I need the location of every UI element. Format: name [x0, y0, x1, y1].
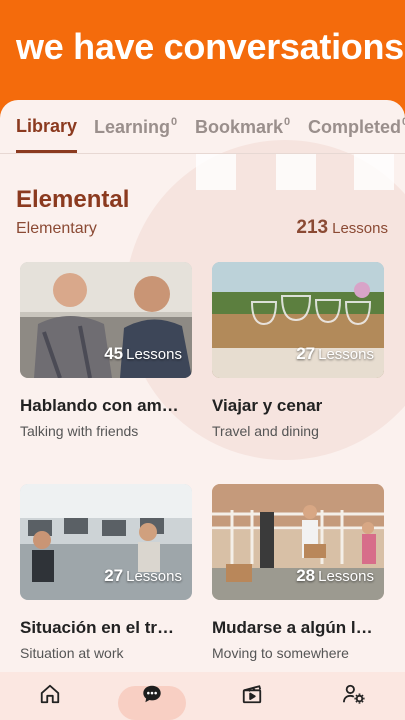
tab-bar: Library Learning0 Bookmark0 Completed0 [0, 100, 405, 154]
card-thumbnail: 28 Lessons [212, 484, 384, 600]
tab-active-indicator [16, 150, 77, 153]
nav-videos[interactable] [218, 672, 286, 720]
section-lesson-count: 213 Lessons [296, 217, 388, 239]
nav-profile-settings[interactable] [320, 672, 388, 720]
lesson-count-label: Lessons [332, 220, 388, 237]
card-thumbnail: 27 Lessons [212, 262, 384, 378]
card-title: Viajar y cenar [212, 396, 323, 415]
section-subtitle: Elementary [16, 220, 97, 237]
tab-label: Learning [94, 117, 171, 137]
card-count-label: Lessons [318, 568, 374, 585]
tab-bookmark[interactable]: Bookmark0 [195, 116, 290, 138]
tab-label: Bookmark [195, 117, 284, 137]
card-count-label: Lessons [318, 346, 374, 363]
nav-home[interactable] [16, 672, 84, 720]
tab-label: Library [16, 116, 78, 136]
tab-learning[interactable]: Learning0 [94, 116, 177, 138]
lesson-card[interactable]: 27 Lessons Viajar y cenar Travel and dini… [212, 262, 384, 452]
nav-conversations[interactable] [118, 672, 186, 720]
home-icon [39, 683, 61, 710]
content-sheet: Library Learning0 Bookmark0 Completed0 E… [0, 100, 405, 720]
card-lesson-count: 27 Lessons [104, 566, 182, 586]
background-decoration [354, 154, 394, 190]
card-count-value: 28 [296, 566, 316, 585]
lesson-count-value: 213 [296, 217, 329, 238]
lesson-card[interactable]: 27 Lessons Situación en el tr… Situation … [20, 484, 192, 674]
lesson-card[interactable]: 45 Lessons Hablando con am… Talking with … [20, 262, 192, 452]
card-subtitle: Moving to somewhere [212, 645, 349, 661]
card-lesson-count: 45 Lessons [104, 344, 182, 364]
user-settings-icon [342, 683, 366, 710]
card-subtitle: Situation at work [20, 645, 124, 661]
card-count-value: 27 [104, 566, 124, 585]
section-title: Elemental [16, 186, 130, 213]
card-title: Hablando con am… [20, 396, 179, 415]
tab-completed[interactable]: Completed0 [308, 116, 405, 138]
bottom-navigation [0, 672, 405, 720]
background-decoration [276, 154, 316, 190]
tab-count-badge: 0 [284, 116, 291, 128]
tab-library[interactable]: Library [16, 116, 77, 137]
card-lesson-count: 27 Lessons [296, 344, 374, 364]
card-thumbnail: 45 Lessons [20, 262, 192, 378]
card-thumbnail: 27 Lessons [20, 484, 192, 600]
page-title: we have conversations [16, 26, 404, 67]
card-subtitle: Travel and dining [212, 423, 319, 439]
card-title: Situación en el tr… [20, 618, 174, 637]
video-icon [241, 683, 263, 710]
card-count-value: 27 [296, 344, 316, 363]
card-count-label: Lessons [126, 568, 182, 585]
lesson-card[interactable]: 28 Lessons Mudarse a algún l… Moving to s… [212, 484, 384, 674]
background-decoration [196, 154, 236, 190]
tab-count-badge: 0 [171, 116, 178, 128]
card-count-value: 45 [104, 344, 124, 363]
card-subtitle: Talking with friends [20, 423, 139, 439]
card-count-label: Lessons [126, 346, 182, 363]
tab-label: Completed [308, 117, 402, 137]
card-title: Mudarse a algún l… [212, 618, 373, 637]
card-lesson-count: 28 Lessons [296, 566, 374, 586]
